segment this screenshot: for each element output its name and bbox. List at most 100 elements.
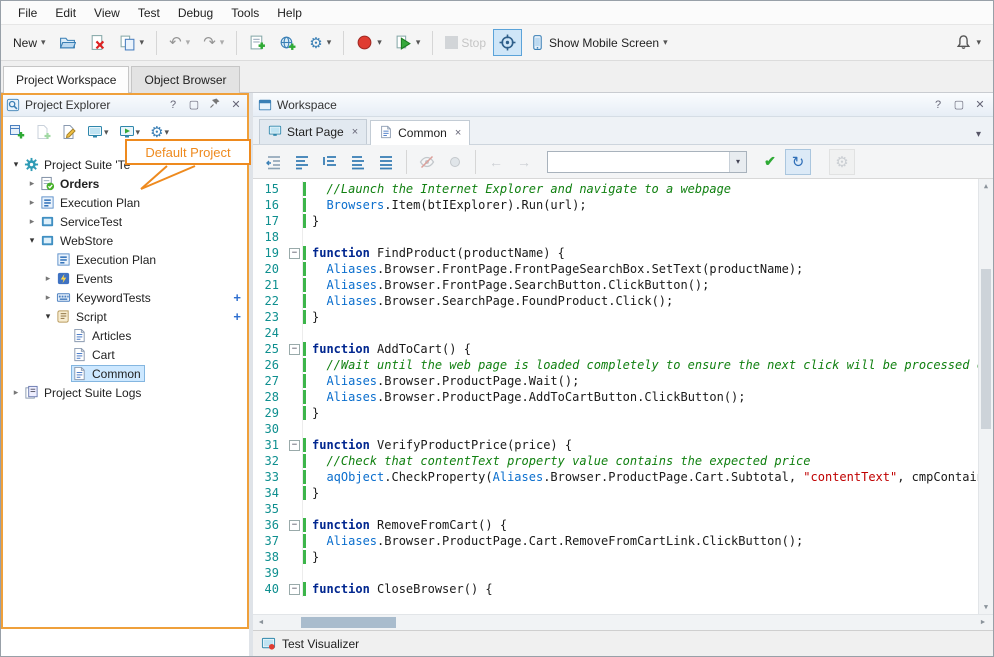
tab-project-workspace[interactable]: Project Workspace <box>3 66 129 93</box>
test-visualizer-bar[interactable]: Test Visualizer <box>253 630 993 656</box>
code-line-20[interactable]: 20 Aliases.Browser.FrontPage.FrontPageSe… <box>253 261 978 277</box>
expand-arrow-icon[interactable]: ▸ <box>41 292 55 303</box>
menu-edit[interactable]: Edit <box>46 1 85 24</box>
code-line-34[interactable]: 34} <box>253 485 978 501</box>
horizontal-scrollbar[interactable]: ◄ ► <box>253 614 993 630</box>
code-line-27[interactable]: 27 Aliases.Browser.ProductPage.Wait(); <box>253 373 978 389</box>
navigate-back-button[interactable]: ← <box>483 149 509 175</box>
navigation-combobox[interactable]: ▾ <box>547 151 747 173</box>
scroll-up-icon[interactable]: ▲ <box>979 179 993 193</box>
vertical-scroll-thumb[interactable] <box>981 269 991 429</box>
close-file-button[interactable] <box>83 29 112 56</box>
code-line-16[interactable]: 16 Browsers.Item(btIExplorer).Run(url); <box>253 197 978 213</box>
redo-button[interactable]: ↷ ▾ <box>197 29 230 56</box>
scroll-right-icon[interactable]: ► <box>975 619 991 626</box>
tree-item-execution-plan[interactable]: ▸Execution Plan <box>1 193 249 212</box>
code-line-17[interactable]: 17} <box>253 213 978 229</box>
horizontal-scroll-thumb[interactable] <box>301 617 396 628</box>
menu-debug[interactable]: Debug <box>169 1 222 24</box>
fold-marker[interactable]: − <box>287 341 303 357</box>
breakpoints-button[interactable] <box>442 149 468 175</box>
code-line-33[interactable]: 33 aqObject.CheckProperty(Aliases.Browse… <box>253 469 978 485</box>
pin-button[interactable] <box>207 97 223 112</box>
fold-marker[interactable]: − <box>287 245 303 261</box>
tree-item-execution-plan[interactable]: Execution Plan <box>1 250 249 269</box>
menu-tools[interactable]: Tools <box>222 1 268 24</box>
view-mode-button[interactable]: ▾ <box>83 120 113 144</box>
code-line-18[interactable]: 18 <box>253 229 978 245</box>
close-tab-icon[interactable]: × <box>455 127 461 139</box>
code-line-37[interactable]: 37 Aliases.Browser.ProductPage.Cart.Remo… <box>253 533 978 549</box>
code-line-39[interactable]: 39 <box>253 565 978 581</box>
code-line-30[interactable]: 30 <box>253 421 978 437</box>
menu-help[interactable]: Help <box>268 1 311 24</box>
run-button[interactable]: ▾ <box>389 29 427 56</box>
code-line-38[interactable]: 38} <box>253 549 978 565</box>
float-button[interactable]: ▢ <box>951 98 967 111</box>
menu-view[interactable]: View <box>85 1 129 24</box>
tree-item-webstore[interactable]: ▾WebStore <box>1 231 249 250</box>
format-indent-button[interactable] <box>317 149 343 175</box>
vertical-scrollbar[interactable]: ▲ ▼ <box>978 179 993 614</box>
code-line-29[interactable]: 29} <box>253 405 978 421</box>
fold-marker[interactable]: − <box>287 437 303 453</box>
format-block-button[interactable] <box>289 149 315 175</box>
tree-item-events[interactable]: ▸Events <box>1 269 249 288</box>
format-align-left-button[interactable] <box>345 149 371 175</box>
tree-item-articles[interactable]: Articles <box>1 326 249 345</box>
close-panel-button[interactable]: ✕ <box>972 98 988 111</box>
tab-object-browser[interactable]: Object Browser <box>131 66 239 93</box>
undo-button[interactable]: ↶ ▾ <box>163 29 196 56</box>
expand-arrow-icon[interactable]: ▸ <box>41 273 55 284</box>
scroll-left-icon[interactable]: ◄ <box>253 619 269 626</box>
fold-marker[interactable]: − <box>287 581 303 597</box>
close-panel-button[interactable]: ✕ <box>228 98 244 111</box>
expand-arrow-icon[interactable]: ▾ <box>25 235 39 246</box>
stop-button[interactable]: Stop <box>439 29 492 56</box>
code-line-22[interactable]: 22 Aliases.Browser.SearchPage.FoundProdu… <box>253 293 978 309</box>
add-child-icon[interactable]: + <box>233 290 241 305</box>
code-line-15[interactable]: 15 //Launch the Internet Explorer and na… <box>253 181 978 197</box>
add-child-icon[interactable]: + <box>233 309 241 324</box>
expand-arrow-icon[interactable]: ▾ <box>9 159 23 170</box>
editor-tab-common[interactable]: Common× <box>370 120 470 145</box>
help-button[interactable]: ? <box>165 99 181 111</box>
code-line-19[interactable]: 19−function FindProduct(productName) { <box>253 245 978 261</box>
menu-file[interactable]: File <box>9 1 46 24</box>
outdent-icon-button[interactable] <box>261 149 287 175</box>
new-button[interactable]: New ▾ <box>7 29 52 56</box>
edit-item-button[interactable] <box>57 120 81 144</box>
test-visualizer-toggle-button[interactable] <box>493 29 522 56</box>
expand-arrow-icon[interactable]: ▸ <box>25 197 39 208</box>
tree-item-servicetest[interactable]: ▸ServiceTest <box>1 212 249 231</box>
code-line-40[interactable]: 40−function CloseBrowser() { <box>253 581 978 597</box>
editor-settings-button[interactable]: ⚙ <box>829 149 855 175</box>
auto-sync-button[interactable]: ↻ <box>785 149 811 175</box>
syntax-check-button[interactable]: ✔ <box>757 149 783 175</box>
tab-list-dropdown-icon[interactable]: ▾ <box>968 125 989 144</box>
code-line-26[interactable]: 26 //Wait until the web page is loaded c… <box>253 357 978 373</box>
code-line-24[interactable]: 24 <box>253 325 978 341</box>
code-line-31[interactable]: 31−function VerifyProductPrice(price) { <box>253 437 978 453</box>
navigate-forward-button[interactable]: → <box>511 149 537 175</box>
close-tab-icon[interactable]: × <box>352 126 358 138</box>
help-button[interactable]: ? <box>930 99 946 111</box>
project-options-button[interactable]: ⚙ ▾ <box>303 29 337 56</box>
add-web-item-button[interactable] <box>273 29 302 56</box>
add-new-item-button[interactable] <box>243 29 272 56</box>
save-all-button[interactable]: ▾ <box>113 29 151 56</box>
scroll-down-icon[interactable]: ▼ <box>979 600 993 614</box>
tree-item-cart[interactable]: Cart <box>1 345 249 364</box>
tree-item-project-suite-logs[interactable]: ▸Project Suite Logs <box>1 383 249 402</box>
code-editor[interactable]: 15 //Launch the Internet Explorer and na… <box>253 179 993 614</box>
toggle-visibility-button[interactable] <box>414 149 440 175</box>
code-line-28[interactable]: 28 Aliases.Browser.ProductPage.AddToCart… <box>253 389 978 405</box>
expand-arrow-icon[interactable]: ▸ <box>25 216 39 227</box>
expand-arrow-icon[interactable]: ▸ <box>9 387 23 398</box>
notifications-button[interactable]: ▾ <box>949 29 987 56</box>
expand-arrow-icon[interactable]: ▸ <box>25 178 39 189</box>
code-line-36[interactable]: 36−function RemoveFromCart() { <box>253 517 978 533</box>
code-line-25[interactable]: 25−function AddToCart() { <box>253 341 978 357</box>
expand-arrow-icon[interactable]: ▾ <box>41 311 55 322</box>
fold-marker[interactable]: − <box>287 517 303 533</box>
